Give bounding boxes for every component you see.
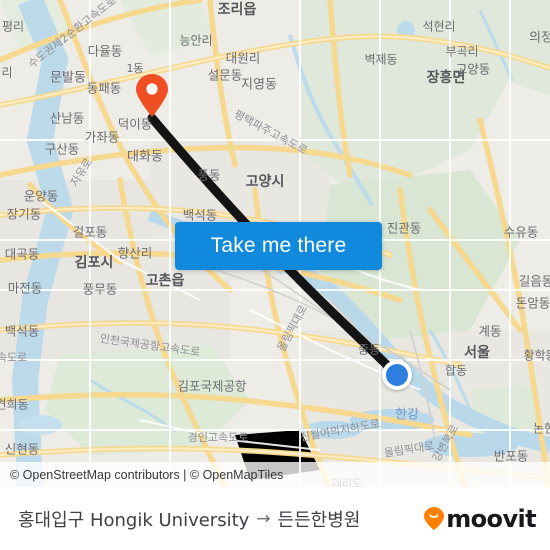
trip-footer: 홍대입구 Hongik University → 든든한병원 moovit [0, 487, 550, 550]
map-attribution: © OpenStreetMap contributors | © OpenMap… [0, 462, 550, 487]
arrow-right-icon: → [256, 508, 271, 529]
attribution-text: © OpenStreetMap contributors | © OpenMap… [10, 467, 284, 482]
moovit-trip-screen: 평리 수도권제2순환고속도로 다율동 능안리 조리읍 대원리 설문동 지영동 석현리 부곡리 장흥면… [0, 0, 550, 550]
route-summary: 홍대입구 Hongik University → 든든한병원 [18, 506, 424, 532]
destination-dot-core [386, 364, 408, 386]
moovit-pin-icon [424, 507, 445, 530]
moovit-wordmark: moovit [446, 504, 536, 533]
moovit-logo[interactable]: moovit [424, 504, 537, 533]
route-origin: 홍대입구 Hongik University [18, 509, 250, 531]
take-me-there-label: Take me there [210, 234, 347, 257]
route-destination: 든든한병원 [277, 509, 361, 531]
take-me-there-button[interactable]: Take me there [175, 222, 382, 270]
origin-pin[interactable] [135, 74, 169, 118]
map-viewport[interactable]: 평리 수도권제2순환고속도로 다율동 능안리 조리읍 대원리 설문동 지영동 석현리 부곡리 장흥면… [0, 0, 550, 487]
destination-dot[interactable] [382, 360, 412, 390]
